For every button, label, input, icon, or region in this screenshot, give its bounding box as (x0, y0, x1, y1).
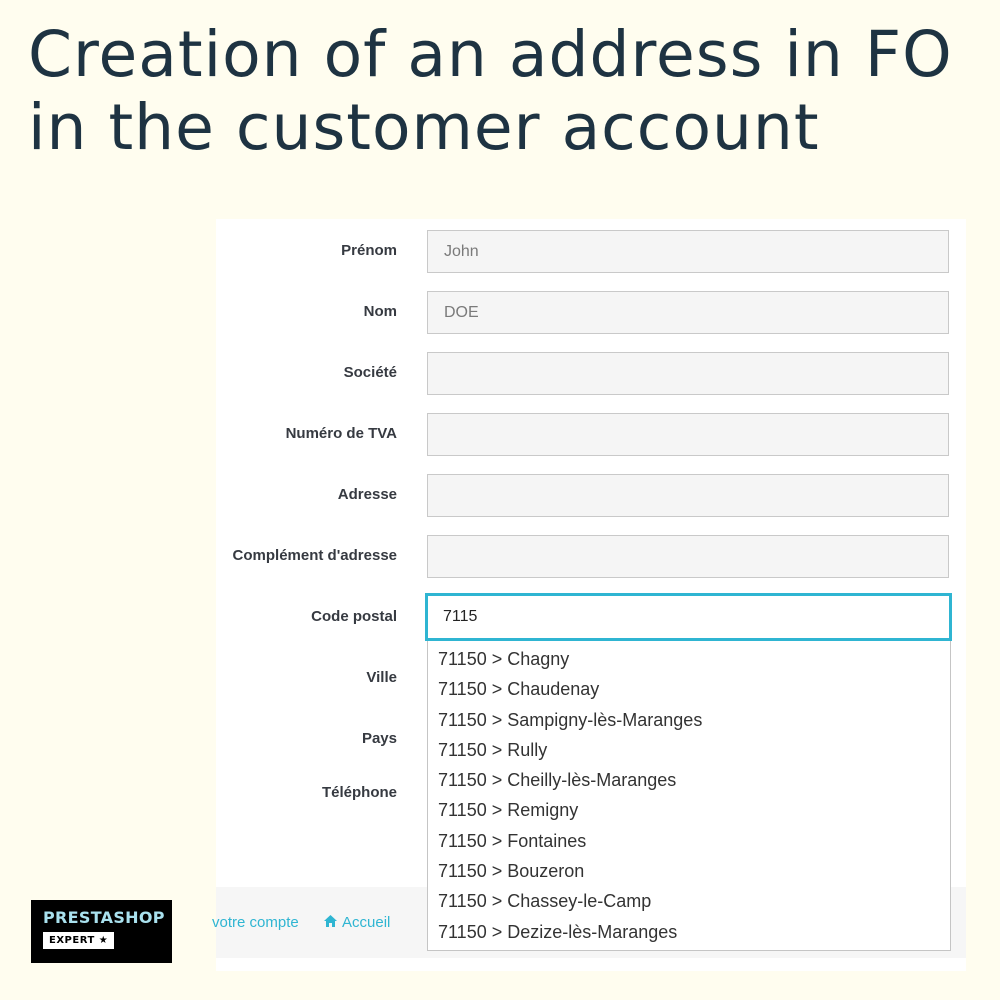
title-line-2: in the customer account (28, 91, 820, 164)
autocomplete-option[interactable]: 71150 > Chaudenay (428, 674, 950, 704)
prenom-label: Prénom (341, 241, 397, 259)
societe-field[interactable] (427, 352, 949, 395)
nom-label: Nom (363, 302, 397, 320)
code-postal-field[interactable] (425, 593, 952, 641)
form-row-nom: Nom (216, 291, 966, 337)
adresse-label: Adresse (337, 485, 397, 503)
tva-label: Numéro de TVA (285, 424, 397, 442)
pays-label: Pays (361, 729, 397, 747)
form-row-complement: Complément d'adresse (216, 535, 966, 581)
logo-badge: EXPERT ★ (43, 932, 115, 949)
home-link[interactable]: Accueil (324, 887, 390, 958)
form-row-adresse: Adresse (216, 474, 966, 520)
code-postal-label: Code postal (311, 607, 397, 625)
autocomplete-option[interactable]: 71150 > Fontaines (428, 826, 950, 856)
autocomplete-option[interactable]: 71150 > Sampigny-lès-Maranges (428, 705, 950, 735)
logo-wordmark: PRESTASHOP (43, 908, 165, 927)
autocomplete-option[interactable]: 71150 > Cheilly-lès-Maranges (428, 765, 950, 795)
page-title: Creation of an address in FO in the cust… (28, 18, 953, 164)
autocomplete-option[interactable]: 71150 > Chagny (428, 644, 950, 674)
autocomplete-option[interactable]: 71150 > Bouzeron (428, 856, 950, 886)
home-icon (324, 915, 337, 930)
societe-label: Société (343, 363, 397, 381)
account-link[interactable]: votre compte (212, 887, 299, 958)
form-row-code-postal: Code postal (216, 593, 966, 642)
autocomplete-option[interactable]: 71150 > Dezize-lès-Maranges (428, 917, 950, 947)
prestashop-expert-logo: PRESTASHOP EXPERT ★ (31, 900, 172, 963)
form-row-societe: Société (216, 352, 966, 398)
ville-label: Ville (366, 668, 397, 686)
title-line-1: Creation of an address in FO (28, 18, 953, 91)
adresse-field[interactable] (427, 474, 949, 517)
complement-field[interactable] (427, 535, 949, 578)
home-link-label: Accueil (342, 914, 391, 931)
autocomplete-option[interactable]: 71150 > Chassey-le-Camp (428, 886, 950, 916)
telephone-label: Téléphone (321, 783, 397, 801)
nom-field[interactable] (427, 291, 949, 334)
complement-label: Complément d'adresse (232, 546, 397, 564)
form-row-prenom: Prénom (216, 230, 966, 276)
autocomplete-option[interactable]: 71150 > Rully (428, 735, 950, 765)
form-row-tva: Numéro de TVA (216, 413, 966, 459)
autocomplete-option[interactable]: 71150 > Remigny (428, 795, 950, 825)
postal-code-autocomplete: 71150 > Chagny 71150 > Chaudenay 71150 >… (427, 641, 951, 951)
tva-field[interactable] (427, 413, 949, 456)
prenom-field[interactable] (427, 230, 949, 273)
